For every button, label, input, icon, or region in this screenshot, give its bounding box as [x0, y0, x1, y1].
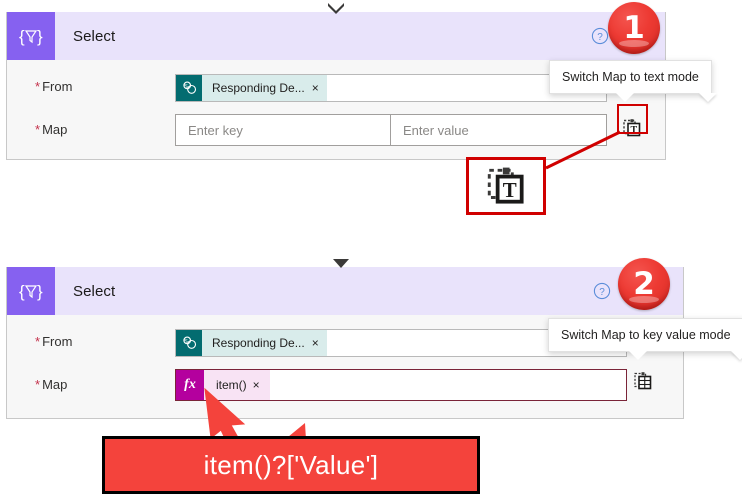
svg-text:}: }	[37, 27, 43, 46]
map-label-1: * Map	[35, 122, 68, 137]
tooltip-switch-to-key-value-mode: Switch Map to key value mode	[548, 318, 742, 360]
flow-chevron-top	[326, 2, 346, 20]
svg-text:{: {	[19, 27, 25, 46]
select-action-icon: { }	[7, 12, 55, 60]
help-circle-icon[interactable]: ?	[593, 282, 611, 300]
step-badge-2-number: 2	[633, 266, 655, 302]
svg-text:S: S	[184, 339, 188, 345]
callout-text: item()?['Value']	[203, 449, 379, 480]
expression-token-remove[interactable]: ×	[251, 378, 270, 392]
svg-text:}: }	[37, 282, 43, 301]
from-token-remove-2[interactable]: ×	[311, 336, 327, 350]
from-token-text-2: Responding De...	[212, 336, 305, 350]
from-token-2[interactable]: S Responding De... ×	[176, 330, 327, 356]
zoomed-text-mode-icon: T	[466, 157, 546, 215]
svg-text:{: {	[19, 282, 25, 301]
sharepoint-icon: S	[176, 330, 202, 356]
fx-icon: fx	[176, 370, 204, 400]
field-row-map-2: * Map fx item() ×	[7, 357, 683, 401]
map-key-value-inputs-1: Enter key Enter value	[175, 114, 607, 146]
field-row-map-1: * Map Enter key Enter value	[7, 102, 665, 146]
from-token-remove-1[interactable]: ×	[311, 81, 327, 95]
help-circle-icon[interactable]: ?	[591, 27, 609, 45]
required-marker: *	[35, 122, 41, 137]
switch-to-text-mode-icon-magnified: T	[487, 167, 524, 204]
tooltip-text-1: Switch Map to text mode	[562, 70, 699, 84]
screenshot-root: { } Select ? * From S Responding De... ×…	[0, 0, 742, 502]
map-label-2: * Map	[35, 377, 68, 392]
from-input-1[interactable]: S Responding De... ×	[175, 74, 607, 102]
callout-expression-value: item()?['Value']	[102, 436, 480, 494]
svg-text:?: ?	[597, 32, 603, 43]
map-key-input-1[interactable]: Enter key	[175, 114, 391, 146]
map-value-input-1[interactable]: Enter value	[391, 114, 607, 146]
tooltip-switch-to-text-mode: Switch Map to text mode	[549, 60, 712, 102]
from-label-2: * From	[35, 334, 73, 349]
step-badge-1-number: 1	[623, 10, 645, 46]
step-badge-2: 2	[618, 258, 670, 310]
from-token-1[interactable]: S Responding De... ×	[176, 75, 327, 101]
svg-text:?: ?	[599, 287, 605, 298]
sharepoint-icon: S	[176, 75, 202, 101]
card-header-2: { } Select ?	[7, 267, 683, 315]
from-label-1: * From	[35, 79, 73, 94]
svg-text:S: S	[184, 84, 188, 90]
card-title-1: Select	[73, 27, 116, 45]
map-expression-input-2[interactable]: fx item() ×	[175, 369, 627, 401]
required-marker: *	[35, 377, 41, 392]
tooltip-text-2: Switch Map to key value mode	[561, 328, 731, 342]
annotation-box-text-mode-icon	[617, 104, 648, 134]
expression-token[interactable]: fx item() ×	[176, 370, 270, 400]
svg-text:T: T	[503, 178, 517, 202]
flow-chevron-middle	[332, 256, 350, 274]
expression-token-text: item()	[216, 378, 247, 392]
card-title-2: Select	[73, 282, 116, 300]
step-badge-1: 1	[608, 2, 660, 54]
switch-to-key-value-mode-icon[interactable]	[632, 370, 654, 392]
required-marker: *	[35, 79, 41, 94]
select-action-icon: { }	[7, 267, 55, 315]
from-token-text-1: Responding De...	[212, 81, 305, 95]
required-marker: *	[35, 334, 41, 349]
